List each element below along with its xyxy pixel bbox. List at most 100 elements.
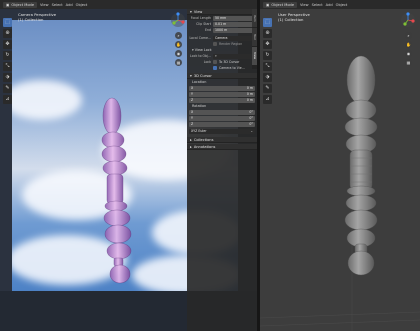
toolbar: ⬚ ⊕ ✥ ↻ ⤡ ⬗ ✎ ⊿ — [263, 18, 272, 104]
grid-perspective-icon[interactable]: ▦ — [175, 59, 182, 66]
annotate-tool[interactable]: ✎ — [263, 84, 272, 93]
transform-tool[interactable]: ⬗ — [3, 73, 12, 82]
select-box-tool[interactable]: ⬚ — [3, 18, 12, 27]
pan-hand-icon[interactable]: ✋ — [175, 41, 182, 48]
scale-tool[interactable]: ⤡ — [263, 62, 272, 71]
view-info: User Perspective (1) Collection — [278, 12, 310, 22]
collection-label: (1) Collection — [18, 17, 44, 22]
cursor-y-field[interactable]: Y 0 m — [189, 91, 255, 97]
select-box-tool[interactable]: ⬚ — [263, 18, 272, 27]
measure-tool[interactable]: ⊿ — [263, 95, 272, 104]
camera-view-icon[interactable]: ◉ — [175, 50, 182, 57]
ry-value: 0° — [249, 115, 253, 120]
menu-view[interactable]: View — [300, 3, 309, 7]
cursor-y-row: Y 0 m — [187, 91, 257, 97]
menu-add[interactable]: Add — [66, 3, 73, 7]
chevron-down-icon: ▾ — [190, 9, 192, 14]
move-tool[interactable]: ✥ — [3, 40, 12, 49]
rotate-tool[interactable]: ↻ — [263, 51, 272, 60]
toolbar: ⬚ ⊕ ✥ ↻ ⤡ ⬗ ✎ ⊿ — [3, 18, 12, 104]
cursor-x-field[interactable]: X 0 m — [189, 85, 255, 91]
local-camera-label: Local Came... — [189, 36, 211, 40]
menu-object[interactable]: Object — [76, 3, 88, 7]
navigation-gizmo[interactable] — [170, 12, 186, 28]
pan-hand-icon[interactable]: ✋ — [405, 41, 412, 48]
x-value: 0 m — [246, 85, 253, 90]
rotate-tool[interactable]: ↻ — [3, 51, 12, 60]
panel-annotations-header[interactable]: ▸ Annotations — [187, 144, 257, 150]
rot-x-row: X 0° — [187, 109, 257, 115]
clip-end-value: 1000 m — [215, 27, 228, 32]
camera-to-view-checkbox[interactable]: Camera to Vie... — [213, 66, 245, 70]
focal-length-value: 50 mm — [215, 15, 227, 20]
panel-title: Collections — [193, 137, 214, 142]
checkbox-icon — [213, 60, 217, 64]
collection-label: (1) Collection — [278, 17, 304, 22]
camera-to-view-row: Camera to Vie... — [187, 65, 257, 71]
right-viewport[interactable]: ▣ Object Mode View Select Add Object Use… — [260, 0, 420, 331]
navigation-buttons: ⌕ ✋ ◉ ▦ — [405, 32, 412, 66]
eyedropper-icon: ⌖ — [215, 53, 217, 58]
lock-to-object-label: Lock to Obj... — [190, 54, 211, 58]
rot-z-field[interactable]: Z 0° — [189, 121, 255, 127]
local-camera-field[interactable]: Camera — [213, 35, 255, 41]
menu-add[interactable]: Add — [326, 3, 333, 7]
chevron-down-icon: ▾ — [190, 73, 192, 78]
cursor-tool[interactable]: ⊕ — [3, 29, 12, 38]
chevron-right-icon: ▸ — [190, 137, 192, 142]
move-tool[interactable]: ✥ — [263, 40, 272, 49]
z-value: 0 m — [246, 97, 253, 102]
measure-tool[interactable]: ⊿ — [3, 95, 12, 104]
zoom-icon[interactable]: ⌕ — [405, 32, 412, 39]
transform-tool[interactable]: ⬗ — [263, 73, 272, 82]
navigation-gizmo[interactable] — [400, 12, 416, 28]
left-viewport[interactable]: ▣ Object Mode View Select Add Object Cam… — [0, 0, 257, 331]
z-label: Z — [191, 121, 194, 126]
to-3d-cursor-checkbox[interactable]: To 3D Cursor — [213, 60, 239, 64]
grid-perspective-icon[interactable]: ▦ — [405, 59, 412, 66]
rot-x-field[interactable]: X 0° — [189, 109, 255, 115]
mode-label: Object Mode — [271, 2, 295, 7]
chevron-down-icon: ▾ — [192, 48, 194, 52]
mode-select[interactable]: ▣ Object Mode — [263, 1, 298, 8]
solid-object[interactable] — [260, 0, 420, 331]
scale-tool[interactable]: ⤡ — [3, 62, 12, 71]
panel-title: Annotations — [193, 144, 216, 149]
rx-value: 0° — [249, 109, 253, 114]
viewport-header: ▣ Object Mode View Select Add Object — [260, 0, 420, 9]
camera-view-icon[interactable]: ◉ — [405, 50, 412, 57]
clip-end-field[interactable]: 1000 m — [213, 27, 255, 33]
annotate-tool[interactable]: ✎ — [3, 84, 12, 93]
navigation-buttons: ⌕ ✋ ◉ ▦ — [175, 32, 182, 66]
render-region-checkbox[interactable]: Render Region — [213, 42, 242, 46]
focal-length-label: Focal Length — [190, 16, 211, 20]
clip-end-label: End — [204, 28, 211, 32]
lock-to-object-field[interactable]: ⌖ — [213, 53, 255, 59]
menu-select[interactable]: Select — [52, 3, 63, 7]
view-lock-title: View Lock — [194, 48, 212, 52]
focal-length-field[interactable]: 50 mm — [213, 15, 255, 21]
sidebar-panel: ▾ View Focal Length 50 mm Clip Start 0.0… — [187, 9, 257, 331]
y-value: 0 m — [246, 91, 253, 96]
rotation-mode-select[interactable]: XYZ Euler ⌄ — [189, 128, 255, 134]
clip-start-label: Clip Start — [196, 22, 211, 26]
clip-start-field[interactable]: 0.01 m — [213, 21, 255, 27]
cursor-z-field[interactable]: Z 0 m — [189, 97, 255, 103]
clip-start-value: 0.01 m — [215, 21, 227, 26]
rot-y-field[interactable]: Y 0° — [189, 115, 255, 121]
menu-object[interactable]: Object — [336, 3, 348, 7]
cursor-tool[interactable]: ⊕ — [263, 29, 272, 38]
rotation-mode-value: XYZ Euler — [191, 128, 207, 133]
mode-select[interactable]: ▣ Object Mode — [3, 1, 38, 8]
cursor-x-row: X 0 m — [187, 85, 257, 91]
local-camera-value: Camera — [215, 35, 228, 40]
mode-label: Object Mode — [11, 2, 35, 7]
menu-select[interactable]: Select — [312, 3, 323, 7]
zoom-icon[interactable]: ⌕ — [175, 32, 182, 39]
x-label: X — [191, 85, 194, 90]
panel-collections-header[interactable]: ▸ Collections — [187, 137, 257, 143]
menu-view[interactable]: View — [40, 3, 49, 7]
z-label: Z — [191, 97, 194, 102]
chevron-down-icon: ⌄ — [250, 128, 253, 133]
to-3d-cursor-label: To 3D Cursor — [219, 60, 240, 64]
